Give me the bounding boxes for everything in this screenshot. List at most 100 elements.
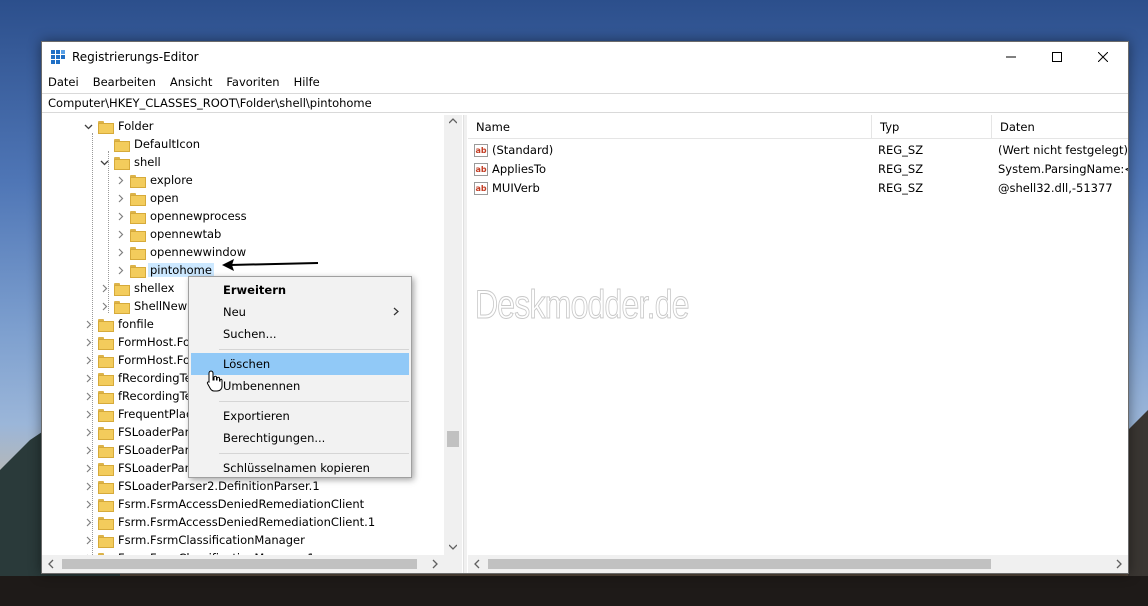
menu-ansicht[interactable]: Ansicht bbox=[170, 75, 212, 89]
chevron-right-icon[interactable] bbox=[82, 369, 94, 387]
scroll-thumb[interactable] bbox=[447, 431, 459, 447]
tree-item[interactable]: FSLoaderPars bbox=[82, 441, 197, 459]
tree-item[interactable]: FrequentPlace bbox=[82, 405, 201, 423]
scroll-up-icon[interactable] bbox=[449, 117, 457, 125]
tree-item[interactable]: fRecordingTer bbox=[82, 387, 198, 405]
chevron-right-icon[interactable] bbox=[114, 261, 126, 279]
pane-splitter[interactable] bbox=[463, 115, 467, 573]
scroll-thumb[interactable] bbox=[488, 559, 991, 569]
chevron-down-icon[interactable] bbox=[82, 117, 94, 135]
tree-horizontal-scrollbar[interactable] bbox=[42, 555, 462, 573]
context-menu-item[interactable]: Schlüsselnamen kopieren bbox=[191, 457, 409, 479]
folder-icon bbox=[130, 228, 146, 242]
menu-bearbeiten[interactable]: Bearbeiten bbox=[93, 75, 156, 89]
address-bar[interactable]: Computer\HKEY_CLASSES_ROOT\Folder\shell\… bbox=[42, 93, 1128, 113]
context-menu-item[interactable]: Exportieren bbox=[191, 405, 409, 427]
chevron-right-icon[interactable] bbox=[82, 513, 94, 531]
tree-item[interactable]: Fsrm.FsrmClassificationManager bbox=[82, 531, 307, 549]
menu-separator bbox=[219, 401, 409, 402]
list-item[interactable]: ab AppliesTo REG_SZ System.ParsingName:<> bbox=[468, 160, 1128, 179]
menu-separator bbox=[219, 349, 409, 350]
context-menu-item[interactable]: Erweitern bbox=[191, 279, 409, 301]
tree-item-label: pintohome bbox=[148, 263, 214, 277]
tree-item[interactable]: opennewtab bbox=[114, 225, 223, 243]
chevron-right-icon[interactable] bbox=[82, 423, 94, 441]
column-header-name[interactable]: Name bbox=[468, 115, 872, 139]
chevron-right-icon[interactable] bbox=[114, 207, 126, 225]
chevron-right-icon[interactable] bbox=[114, 225, 126, 243]
value-data: (Wert nicht festgelegt) bbox=[998, 143, 1128, 157]
tree-item-label: opennewtab bbox=[150, 227, 222, 241]
chevron-right-icon[interactable] bbox=[82, 495, 94, 513]
tree-item[interactable]: FormHost.For bbox=[82, 333, 197, 351]
tree-item[interactable]: FSLoaderPars bbox=[82, 459, 197, 477]
tree-item[interactable]: Fsrm.FsrmAccessDeniedRemediationClient bbox=[82, 495, 366, 513]
tree-item[interactable]: FSLoaderPars bbox=[82, 423, 197, 441]
title-bar[interactable]: Registrierungs-Editor bbox=[42, 42, 1128, 72]
chevron-right-icon[interactable] bbox=[82, 405, 94, 423]
chevron-right-icon bbox=[393, 301, 399, 323]
list-horizontal-scrollbar[interactable] bbox=[468, 555, 1128, 573]
chevron-right-icon[interactable] bbox=[82, 351, 94, 369]
tree-item[interactable]: Fsrm.FsrmAccessDeniedRemediationClient.1 bbox=[82, 513, 377, 531]
tree-item[interactable]: fRecordingTer bbox=[82, 369, 198, 387]
folder-icon bbox=[98, 444, 114, 458]
scroll-left-icon[interactable] bbox=[47, 557, 55, 571]
tree-item[interactable]: DefaultIcon bbox=[98, 135, 202, 153]
chevron-right-icon[interactable] bbox=[114, 189, 126, 207]
tree-vertical-scrollbar[interactable] bbox=[444, 115, 462, 555]
tree-item[interactable]: shell bbox=[98, 153, 163, 171]
tree-item[interactable]: FSLoaderParser2.DefinitionParser.1 bbox=[82, 477, 322, 495]
chevron-right-icon[interactable] bbox=[82, 315, 94, 333]
close-icon bbox=[1098, 52, 1108, 62]
chevron-right-icon[interactable] bbox=[98, 297, 110, 315]
context-menu-item[interactable]: Suchen... bbox=[191, 323, 409, 345]
context-menu-item-label: Erweitern bbox=[223, 283, 287, 297]
tree-item[interactable]: ShellNew bbox=[98, 297, 189, 315]
maximize-button[interactable] bbox=[1034, 42, 1080, 72]
scroll-right-icon[interactable] bbox=[431, 557, 439, 571]
scroll-right-icon[interactable] bbox=[1115, 557, 1123, 571]
tree-item[interactable]: explore bbox=[114, 171, 195, 189]
scroll-thumb[interactable] bbox=[62, 559, 417, 569]
close-button[interactable] bbox=[1080, 42, 1126, 72]
tree-item[interactable]: shellex bbox=[98, 279, 176, 297]
column-header-data[interactable]: Daten bbox=[992, 115, 1132, 139]
folder-icon bbox=[98, 408, 114, 422]
tree-item[interactable]: opennewprocess bbox=[114, 207, 249, 225]
chevron-right-icon[interactable] bbox=[82, 459, 94, 477]
context-menu-item-label: Löschen bbox=[223, 357, 271, 371]
chevron-right-icon[interactable] bbox=[82, 387, 94, 405]
maximize-icon bbox=[1052, 52, 1062, 62]
context-menu-item-label: Neu bbox=[223, 305, 246, 319]
context-menu-item[interactable]: Berechtigungen... bbox=[191, 427, 409, 449]
menu-hilfe[interactable]: Hilfe bbox=[294, 75, 320, 89]
column-header-type[interactable]: Typ bbox=[872, 115, 992, 139]
menu-datei[interactable]: Datei bbox=[48, 75, 79, 89]
scroll-down-icon[interactable] bbox=[449, 543, 457, 551]
string-value-icon: ab bbox=[474, 182, 488, 195]
tree-item[interactable]: fonfile bbox=[82, 315, 156, 333]
menu-favoriten[interactable]: Favoriten bbox=[226, 75, 279, 89]
context-menu-item[interactable]: Neu bbox=[191, 301, 409, 323]
chevron-right-icon[interactable] bbox=[82, 531, 94, 549]
scroll-left-icon[interactable] bbox=[473, 557, 481, 571]
minimize-button[interactable] bbox=[988, 42, 1034, 72]
tree-item[interactable]: open bbox=[114, 189, 181, 207]
folder-icon bbox=[114, 156, 130, 170]
chevron-right-icon[interactable] bbox=[82, 441, 94, 459]
chevron-right-icon[interactable] bbox=[114, 243, 126, 261]
chevron-down-icon[interactable] bbox=[98, 153, 110, 171]
folder-icon bbox=[114, 300, 130, 314]
chevron-right-icon[interactable] bbox=[114, 171, 126, 189]
chevron-right-icon[interactable] bbox=[82, 333, 94, 351]
hand-cursor-icon bbox=[206, 370, 223, 392]
folder-icon bbox=[98, 336, 114, 350]
tree-item[interactable]: FormHost.For bbox=[82, 351, 197, 369]
list-item[interactable]: ab (Standard) REG_SZ (Wert nicht festgelegt… bbox=[468, 141, 1128, 160]
chevron-right-icon[interactable] bbox=[82, 477, 94, 495]
chevron-right-icon[interactable] bbox=[98, 279, 110, 297]
tree-item-label: shell bbox=[134, 155, 161, 169]
list-item[interactable]: ab MUIVerb REG_SZ @shell32.dll,-51377 bbox=[468, 179, 1128, 198]
tree-item[interactable]: Folder bbox=[82, 117, 156, 135]
